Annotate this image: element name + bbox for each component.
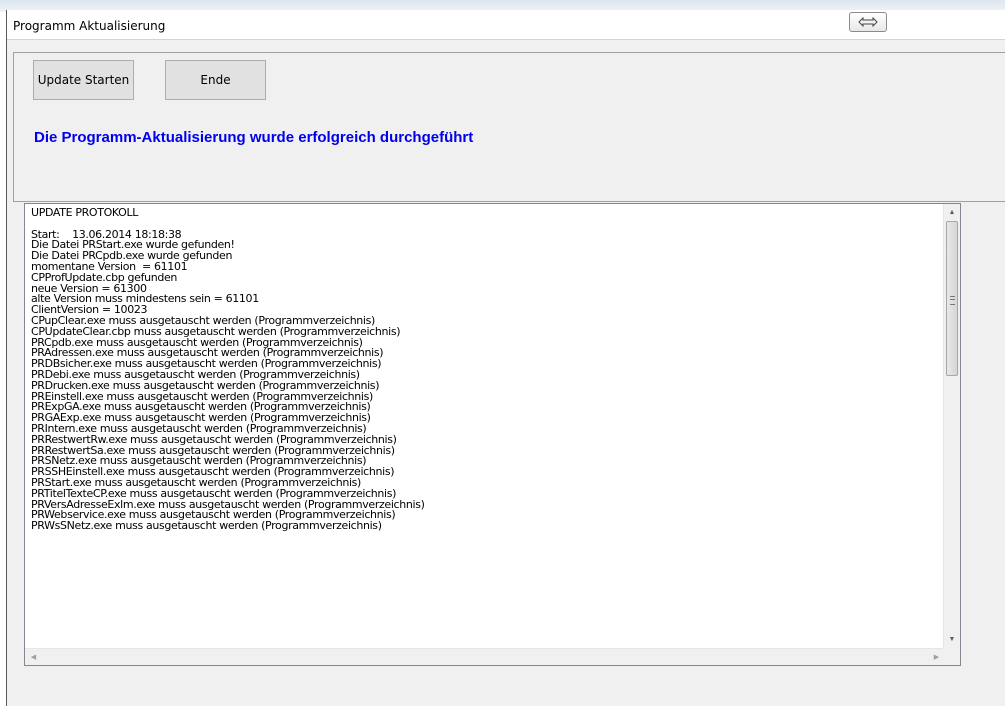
- horizontal-scrollbar[interactable]: ◀ ▶: [25, 648, 945, 665]
- update-window: Programm Aktualisierung Update Starten E…: [6, 10, 1005, 706]
- log-line: PRWsSNetz.exe muss ausgetauscht werden (…: [31, 519, 382, 533]
- status-message: Die Programm-Aktualisierung wurde erfolg…: [34, 129, 474, 146]
- vertical-scrollbar[interactable]: ▲ ▼: [943, 204, 960, 648]
- window-title: Programm Aktualisierung: [13, 19, 166, 33]
- arrow-left-icon[interactable]: ◀: [25, 649, 42, 665]
- control-panel: [13, 52, 1005, 202]
- arrow-up-icon[interactable]: ▲: [944, 204, 960, 221]
- log-line: UPDATE PROTOKOLL: [31, 208, 139, 219]
- update-log-text: UPDATE PROTOKOLL Start: 13.06.2014 18:18…: [31, 208, 936, 648]
- grip-icon: [950, 296, 955, 305]
- double-arrow-icon: [858, 17, 878, 27]
- update-log-textbox[interactable]: UPDATE PROTOKOLL Start: 13.06.2014 18:18…: [24, 203, 961, 666]
- update-start-button[interactable]: Update Starten: [33, 60, 134, 100]
- log-line: alte Version muss mindestens sein = 6110…: [31, 292, 259, 306]
- log-line: CPProfUpdate.cbp gefunden: [31, 270, 178, 284]
- ende-button[interactable]: Ende: [165, 60, 266, 100]
- vertical-scroll-thumb[interactable]: [946, 221, 958, 376]
- scrollbar-corner: [943, 648, 960, 665]
- title-bar: Programm Aktualisierung: [7, 10, 1005, 40]
- resize-button[interactable]: [849, 12, 887, 32]
- arrow-down-icon[interactable]: ▼: [944, 631, 960, 648]
